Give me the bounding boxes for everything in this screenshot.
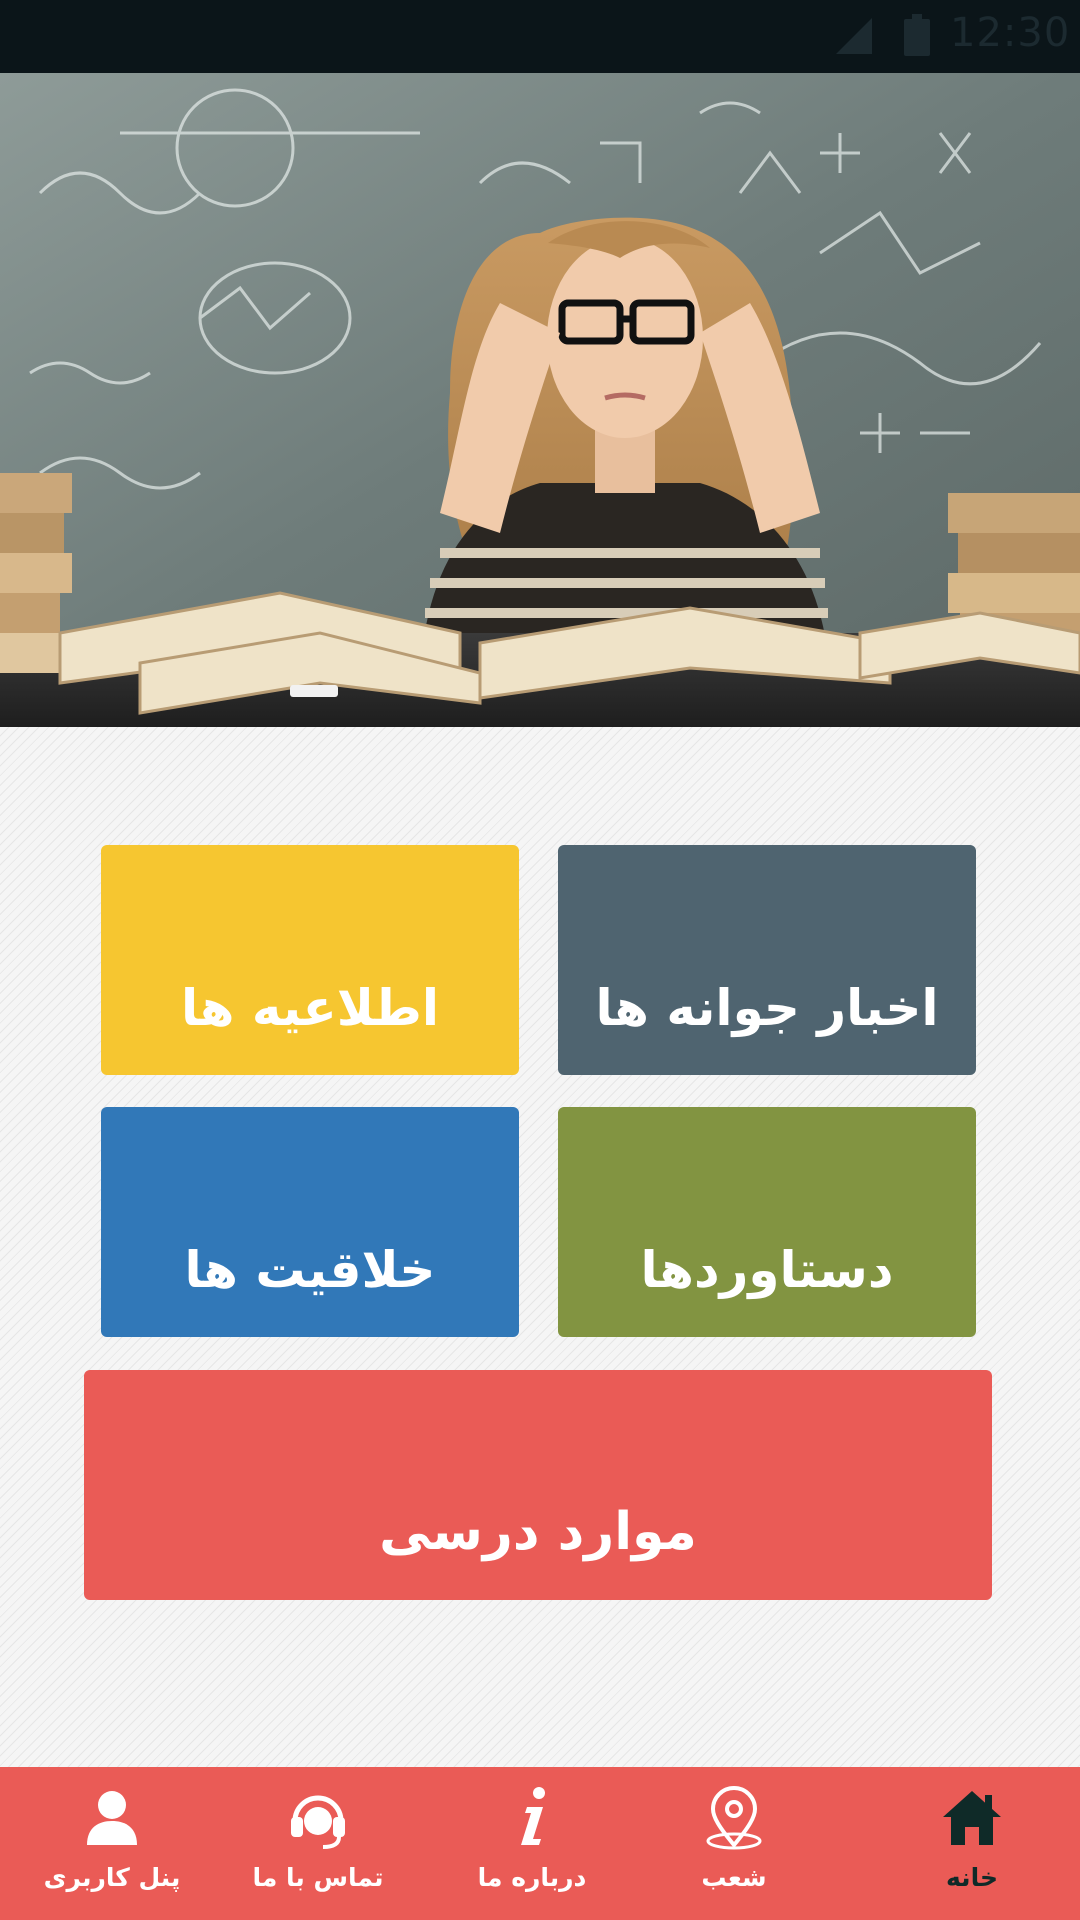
- hero-photo: [0, 73, 1080, 727]
- nav-item-branches[interactable]: شعب: [626, 1767, 842, 1920]
- home-icon: [943, 1791, 1001, 1845]
- signal-icon: [836, 18, 872, 54]
- main-content: اخبار جوانه ها اطلاعیه ها دستاوردها خلاق…: [0, 727, 1080, 1767]
- headset-icon: [291, 1795, 345, 1849]
- notices-tile-label: اطلاعیه ها: [181, 979, 439, 1037]
- info-icon: [521, 1787, 545, 1845]
- creativity-tile[interactable]: خلاقیت ها: [101, 1107, 519, 1337]
- user-icon: [87, 1791, 137, 1845]
- nav-label-contact: تماس با ما: [252, 1863, 384, 1892]
- lessons-tile-label: موارد درسی: [379, 1502, 697, 1562]
- lessons-tile[interactable]: موارد درسی: [84, 1370, 992, 1600]
- nav-label-user-panel: پنل کاربری: [43, 1863, 181, 1892]
- bottom-nav: خانه شعب درباره ما تماس با ما پنل کاربری: [0, 1767, 1080, 1920]
- news-tile[interactable]: اخبار جوانه ها: [558, 845, 976, 1075]
- battery-icon: [904, 14, 930, 56]
- nav-label-branches: شعب: [701, 1863, 767, 1892]
- nav-item-about[interactable]: درباره ما: [424, 1767, 640, 1920]
- location-pin-icon: [706, 1786, 762, 1850]
- nav-item-user-panel[interactable]: پنل کاربری: [4, 1767, 220, 1920]
- notices-tile[interactable]: اطلاعیه ها: [101, 845, 519, 1075]
- nav-label-home: خانه: [946, 1863, 998, 1892]
- status-time: 12:30: [950, 10, 1071, 56]
- creativity-tile-label: خلاقیت ها: [184, 1241, 436, 1299]
- news-tile-label: اخبار جوانه ها: [595, 979, 939, 1037]
- nav-label-about: درباره ما: [477, 1863, 587, 1892]
- nav-item-home[interactable]: خانه: [864, 1767, 1080, 1920]
- status-bar: 12:30: [0, 0, 1080, 73]
- achievements-tile-label: دستاوردها: [640, 1241, 894, 1299]
- nav-item-contact[interactable]: تماس با ما: [210, 1767, 426, 1920]
- achievements-tile[interactable]: دستاوردها: [558, 1107, 976, 1337]
